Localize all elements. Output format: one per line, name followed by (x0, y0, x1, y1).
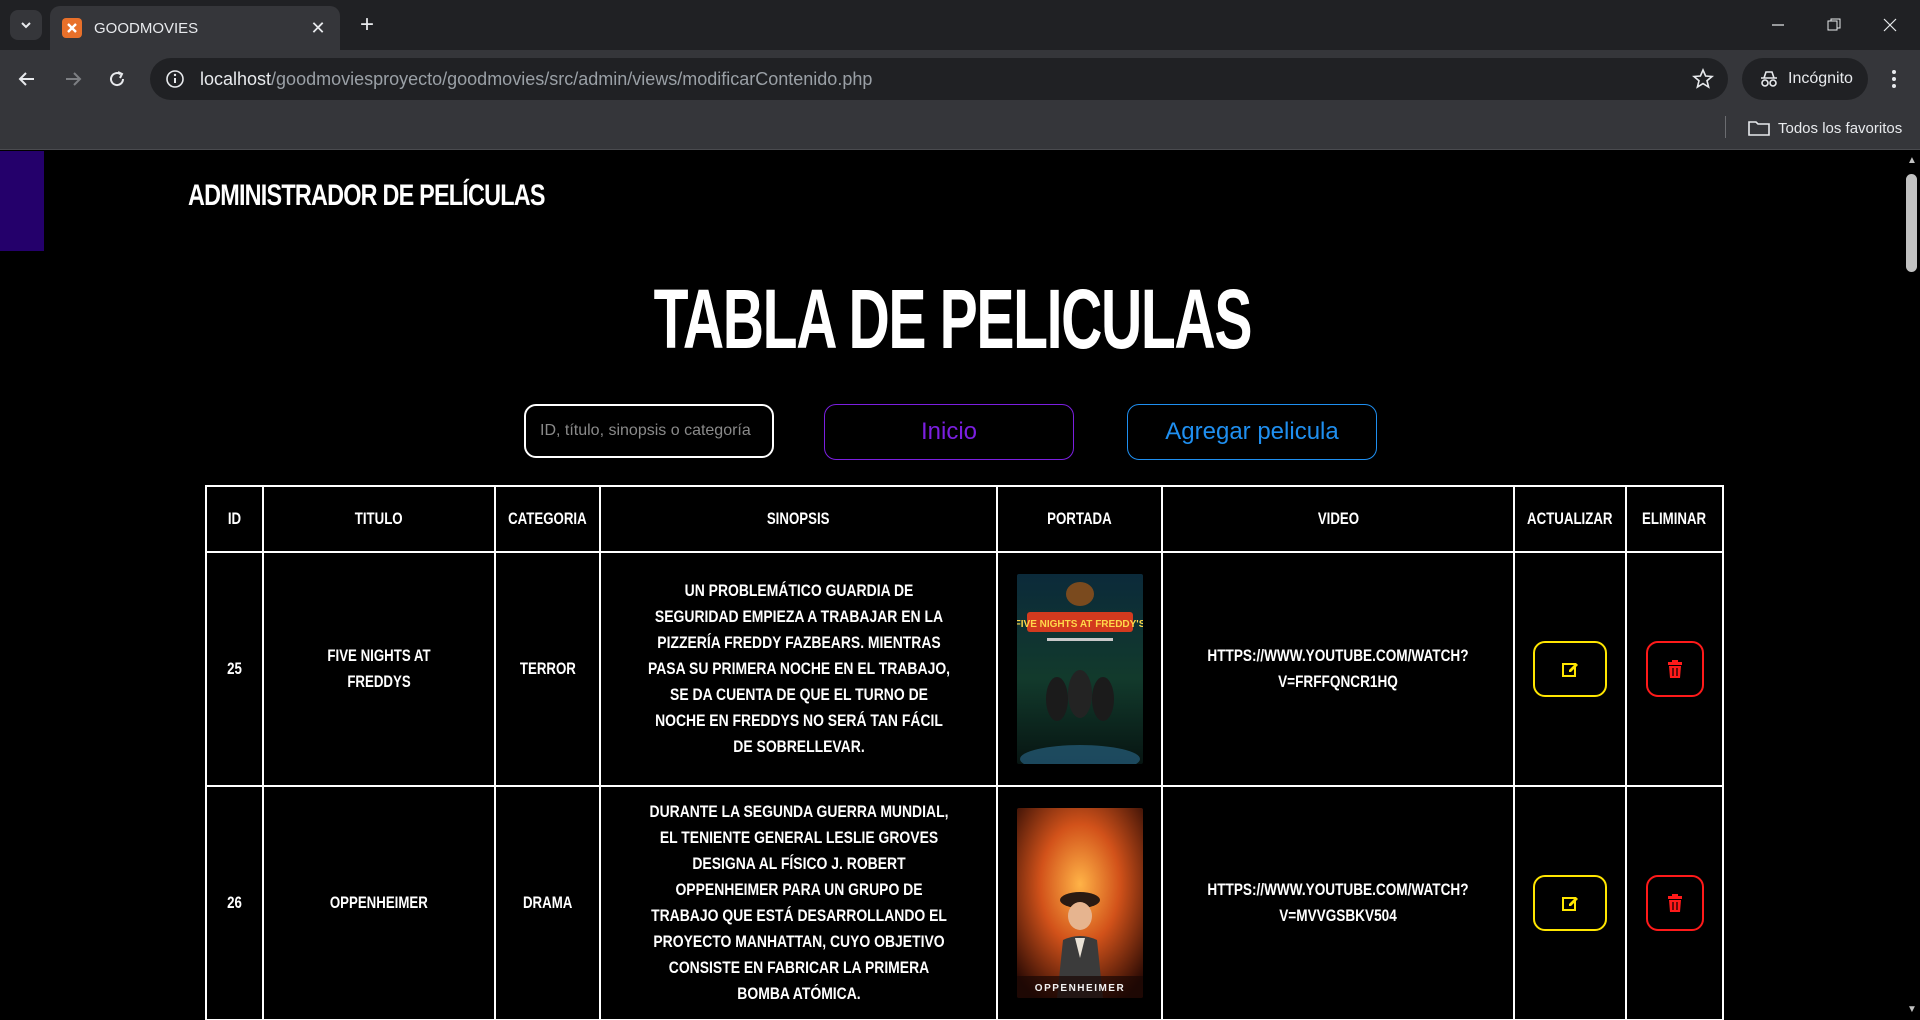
column-header-titulo: TITULO (262, 485, 496, 553)
edit-icon (1562, 897, 1578, 911)
cell-eliminar (1625, 551, 1724, 787)
poster-image: FIVE NIGHTS AT FREDDY'S (1016, 574, 1143, 764)
all-bookmarks-button[interactable]: Todos los favoritos (1748, 114, 1902, 142)
browser-tab[interactable]: GOODMOVIES ✕ (50, 6, 340, 50)
cell-titulo: OPPENHEIMER (262, 785, 496, 1020)
all-bookmarks-label: Todos los favoritos (1778, 119, 1903, 137)
movies-table: ID TITULO CATEGORIA SINOPSIS PORTADA VID… (205, 485, 1724, 1020)
column-header-categoria: CATEGORIA (494, 485, 601, 553)
cell-id: 25 (205, 551, 264, 787)
tab-title: GOODMOVIES (94, 19, 199, 37)
trash-icon (1667, 894, 1682, 912)
column-header-video: VIDEO (1161, 485, 1515, 553)
restore-button[interactable] (1806, 0, 1862, 50)
search-input[interactable] (524, 404, 774, 458)
delete-button[interactable] (1645, 641, 1704, 697)
cell-portada: OPPENHEIMER (996, 785, 1163, 1020)
incognito-label: Incógnito (1788, 70, 1853, 87)
bookmarks-bar: Todos los favoritos (0, 108, 1920, 150)
url-host: localhost (200, 68, 272, 89)
column-header-portada: PORTADA (996, 485, 1163, 553)
column-header-sinopsis: SINOPSIS (599, 485, 998, 553)
cell-sinopsis: DURANTE LA SEGUNDA GUERRA MUNDIAL, EL TE… (599, 785, 998, 1020)
more-vertical-icon (1892, 70, 1896, 88)
table-row: 25 FIVE NIGHTS AT FREDDYS TERROR UN PROB… (205, 551, 1724, 787)
scroll-up-arrow[interactable]: ▲ (1904, 153, 1920, 169)
cell-sinopsis: UN PROBLEMÁTICO GUARDIA DE SEGURIDAD EMP… (599, 551, 998, 787)
browser-tabstrip: GOODMOVIES ✕ + (0, 0, 1920, 50)
cell-actualizar (1513, 785, 1627, 1020)
cell-categoria: TERROR (494, 551, 601, 787)
close-window-button[interactable] (1862, 0, 1918, 50)
column-header-actualizar: ACTUALIZAR (1513, 485, 1627, 553)
page-title: TABLA DE PELICULAS (0, 271, 1904, 368)
cell-video: HTTPS://WWW.YOUTUBE.COM/WATCH?V=MVVGSBKV… (1161, 785, 1515, 1020)
tab-search-button[interactable] (10, 10, 42, 40)
edit-icon (1562, 663, 1578, 677)
reload-icon (110, 71, 125, 87)
page-title-text: TABLA DE PELICULAS (653, 272, 1252, 366)
new-tab-button[interactable]: + (352, 10, 382, 40)
cell-portada: FIVE NIGHTS AT FREDDY'S (996, 551, 1163, 787)
scrollbar-thumb[interactable] (1906, 174, 1917, 272)
cell-categoria: DRAMA (494, 785, 601, 1020)
forward-button[interactable] (58, 64, 88, 94)
page-scrollbar[interactable] (1904, 151, 1920, 1020)
chevron-down-icon (21, 22, 31, 29)
browser-menu-button[interactable] (1880, 62, 1908, 96)
inicio-button[interactable]: Inicio (824, 404, 1074, 460)
cell-eliminar (1625, 785, 1724, 1020)
site-info-icon[interactable] (164, 68, 186, 90)
incognito-icon (1761, 71, 1777, 87)
arrow-right-icon (66, 72, 82, 86)
folder-icon (1748, 121, 1770, 136)
svg-text:OPPENHEIMER: OPPENHEIMER (1034, 983, 1124, 994)
update-button[interactable] (1533, 641, 1607, 697)
bookmarks-separator (1725, 116, 1726, 138)
cell-titulo: FIVE NIGHTS AT FREDDYS (262, 551, 496, 787)
reload-button[interactable] (102, 64, 132, 94)
poster-image: OPPENHEIMER (1016, 808, 1143, 998)
admin-title: ADMINISTRADOR DE PELÍCULAS (188, 179, 546, 212)
scroll-down-arrow[interactable]: ▼ (1904, 1002, 1920, 1018)
address-bar[interactable]: localhost/goodmoviesproyecto/goodmovies/… (150, 58, 1728, 100)
xampp-favicon-icon (62, 18, 82, 38)
incognito-badge[interactable]: Incógnito (1742, 58, 1868, 100)
table-row: 26 OPPENHEIMER DRAMA DURANTE LA SEGUNDA … (205, 785, 1724, 1020)
close-tab-icon[interactable]: ✕ (308, 18, 328, 39)
add-movie-button[interactable]: Agregar pelicula (1127, 404, 1377, 460)
page-content: ADMINISTRADOR DE PELÍCULAS TABLA DE PELI… (0, 151, 1904, 1020)
back-button[interactable] (12, 64, 42, 94)
arrow-left-icon (18, 72, 34, 86)
minimize-button[interactable] (1750, 0, 1806, 50)
trash-icon (1667, 660, 1682, 678)
table-header-row: ID TITULO CATEGORIA SINOPSIS PORTADA VID… (205, 485, 1724, 553)
column-header-eliminar: ELIMINAR (1625, 485, 1724, 553)
sidebar-toggle[interactable] (0, 151, 44, 251)
column-header-id: ID (205, 485, 264, 553)
bookmark-star-icon[interactable] (1691, 67, 1715, 95)
cell-video: HTTPS://WWW.YOUTUBE.COM/WATCH?V=FRFFQNCR… (1161, 551, 1515, 787)
cell-actualizar (1513, 551, 1627, 787)
svg-text:FIVE NIGHTS AT FREDDY'S: FIVE NIGHTS AT FREDDY'S (1017, 619, 1143, 630)
url-path: /goodmoviesproyecto/goodmovies/src/admin… (271, 68, 873, 89)
delete-button[interactable] (1645, 875, 1704, 931)
update-button[interactable] (1533, 875, 1607, 931)
cell-id: 26 (205, 785, 264, 1020)
